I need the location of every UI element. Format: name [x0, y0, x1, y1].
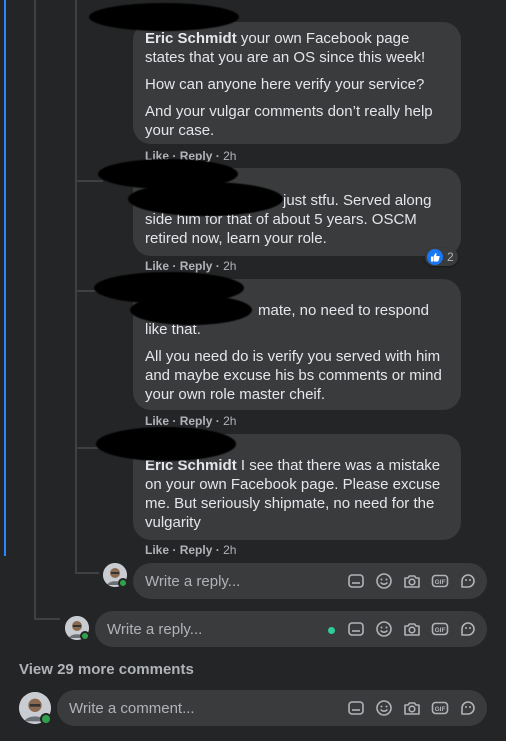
timestamp[interactable]: 2h [223, 543, 236, 557]
emoji-icon[interactable] [375, 620, 393, 638]
redacted-author [130, 295, 252, 325]
like-link[interactable]: Like [145, 414, 169, 428]
online-status-icon [40, 713, 52, 725]
comment-input[interactable]: Write a comment... GIF [57, 690, 487, 726]
avatar-sticker-icon[interactable] [459, 699, 477, 717]
comment-actions: Like · Reply · 2h [145, 259, 237, 273]
reply-placeholder: Write a reply... [107, 620, 203, 638]
avatar-sticker-icon[interactable] [459, 620, 477, 638]
comment-text: Eric Schmidt your own Facebook page stat… [145, 30, 426, 66]
reply-input[interactable]: Write a reply... GIF [95, 611, 487, 647]
timestamp[interactable]: 2h [223, 259, 236, 273]
thread-line-outer [34, 0, 36, 620]
avatar[interactable] [65, 616, 90, 641]
composer-icons: GIF [347, 563, 477, 599]
thumbs-up-icon [427, 249, 443, 265]
comment-text: All you need do is verify you served wit… [145, 348, 442, 403]
thread-branch-1 [75, 180, 103, 182]
view-more-comments-link[interactable]: View 29 more comments [19, 661, 194, 678]
camera-icon[interactable] [403, 699, 421, 717]
like-link[interactable]: Like [145, 259, 169, 273]
thread-accent-line [4, 0, 6, 556]
avatar[interactable] [19, 692, 52, 725]
redacted-avatar [96, 427, 236, 461]
emoji-icon[interactable] [375, 572, 393, 590]
reaction-count: 2 [447, 250, 454, 264]
sticker-icon[interactable] [347, 699, 365, 717]
comment-author[interactable]: Eric Schmidt [145, 30, 237, 47]
svg-text:GIF: GIF [435, 706, 446, 713]
gif-icon[interactable]: GIF [431, 699, 449, 717]
reply-link[interactable]: Reply [180, 259, 213, 273]
reply-placeholder: Write a reply... [145, 572, 241, 590]
gif-icon[interactable]: GIF [431, 572, 449, 590]
avatar[interactable] [103, 563, 128, 588]
online-status-icon [80, 631, 90, 641]
reply-link[interactable]: Reply [180, 543, 213, 557]
comment-text: And your vulgar comments don’t really he… [145, 103, 433, 139]
typing-indicator-dot [328, 627, 335, 634]
gif-icon[interactable]: GIF [431, 620, 449, 638]
sticker-icon[interactable] [347, 572, 365, 590]
svg-text:GIF: GIF [435, 627, 446, 634]
comment-text: Eric Schmidt I see that there was a mist… [145, 457, 441, 531]
reaction-badge[interactable]: 2 [425, 248, 458, 266]
camera-icon[interactable] [403, 572, 421, 590]
like-link[interactable]: Like [145, 543, 169, 557]
comment-text: How can anyone here verify your service? [145, 76, 425, 93]
timestamp[interactable]: 2h [223, 414, 236, 428]
comment-actions: Like · Reply · 2h [145, 414, 237, 428]
composer-icons: GIF [347, 611, 477, 647]
redacted-avatar [89, 3, 239, 31]
avatar-sticker-icon[interactable] [459, 572, 477, 590]
composer-icons: GIF [347, 690, 477, 726]
thread-line-outer-elbow [34, 618, 60, 620]
comment-bubble: Eric Schmidt your own Facebook page stat… [133, 22, 461, 144]
reply-input[interactable]: Write a reply... GIF [133, 563, 487, 599]
camera-icon[interactable] [403, 620, 421, 638]
online-status-icon [118, 578, 128, 588]
thread-line-inner-elbow [75, 572, 99, 574]
redacted-author [128, 182, 283, 216]
emoji-icon[interactable] [375, 699, 393, 717]
thread-line-inner [75, 0, 77, 574]
comment-placeholder: Write a comment... [69, 699, 195, 717]
svg-text:GIF: GIF [435, 579, 446, 586]
comment-actions: Like · Reply · 2h [145, 543, 237, 557]
sticker-icon[interactable] [347, 620, 365, 638]
timestamp[interactable]: 2h [223, 149, 236, 163]
reply-link[interactable]: Reply [180, 414, 213, 428]
